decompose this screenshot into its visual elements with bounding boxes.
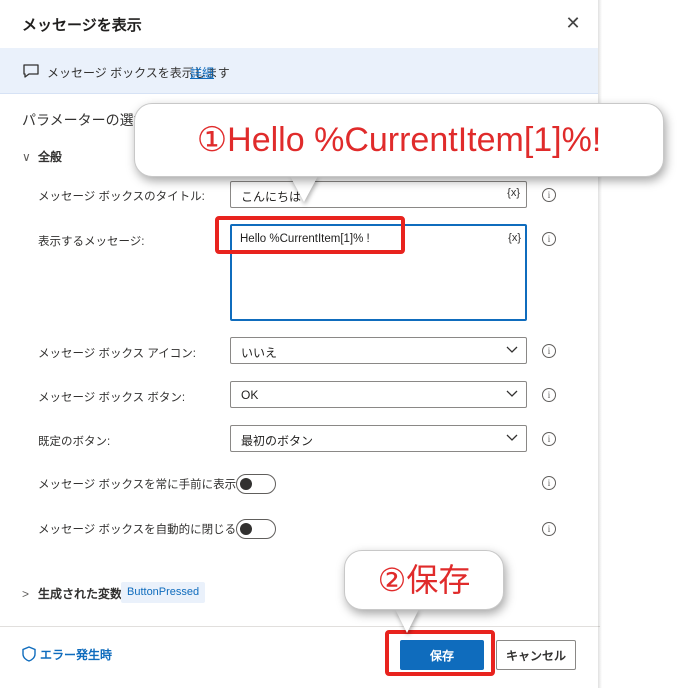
generated-variables-toggle[interactable]: > 生成された変数 xyxy=(22,585,122,602)
default-button-label: 既定のボタン: xyxy=(38,436,111,448)
generated-variables-label: 生成された変数 xyxy=(38,587,123,601)
callout-tail xyxy=(395,609,419,633)
info-icon[interactable]: i xyxy=(542,432,556,446)
on-error-label: エラー発生時 xyxy=(40,648,113,662)
chevron-down-icon: ∨ xyxy=(22,150,31,164)
auto-close-toggle[interactable] xyxy=(236,519,276,539)
buttons-label: メッセージ ボックス ボタン: xyxy=(38,392,186,404)
info-icon[interactable]: i xyxy=(542,476,556,490)
info-icon[interactable]: i xyxy=(542,522,556,536)
icon-value: いいえ xyxy=(241,346,278,360)
callout-tail xyxy=(290,176,318,202)
info-icon[interactable]: i xyxy=(542,344,556,358)
parameters-heading: パラメーターの選択 xyxy=(22,112,148,128)
icon-label: メッセージ ボックス アイコン: xyxy=(38,348,196,360)
cancel-button[interactable]: キャンセル xyxy=(496,640,576,670)
default-button-select[interactable]: 最初のボタン xyxy=(230,425,527,452)
info-banner: メッセージ ボックスを表示します 詳細 xyxy=(0,48,598,94)
info-icon[interactable]: i xyxy=(542,188,556,202)
info-icon[interactable]: i xyxy=(542,388,556,402)
always-on-top-toggle[interactable] xyxy=(236,474,276,494)
always-on-top-label: メッセージ ボックスを常に手前に表示する: xyxy=(38,479,263,491)
title-label: メッセージ ボックスのタイトル: xyxy=(38,191,205,203)
chevron-down-icon xyxy=(506,346,518,353)
chevron-down-icon xyxy=(506,434,518,441)
message-highlight-box xyxy=(215,216,405,254)
auto-close-label: メッセージ ボックスを自動的に閉じる: xyxy=(38,524,240,536)
chevron-right-icon: > xyxy=(22,587,30,601)
toggle-knob xyxy=(240,523,252,535)
message-label: 表示するメッセージ: xyxy=(38,236,145,248)
default-button-value: 最初のボタン xyxy=(241,434,314,448)
buttons-select[interactable]: OK xyxy=(230,381,527,408)
title-field[interactable]: こんにちは {x} xyxy=(230,181,527,208)
annotation-callout-message: ①Hello %CurrentItem[1]%! xyxy=(134,103,664,177)
variable-picker-button[interactable]: {x} xyxy=(508,232,521,244)
dialog-title: メッセージを表示 xyxy=(22,17,142,34)
annotation-callout-save: ②保存 xyxy=(344,550,504,610)
details-link[interactable]: 詳細 xyxy=(190,64,214,81)
footer-divider xyxy=(0,626,600,627)
dialog-titlebar: メッセージを表示 ✕ xyxy=(0,0,600,48)
variable-badge[interactable]: ButtonPressed xyxy=(121,582,206,603)
variable-picker-button[interactable]: {x} xyxy=(507,187,520,199)
message-icon xyxy=(23,64,39,78)
toggle-knob xyxy=(240,478,252,490)
buttons-value: OK xyxy=(241,388,259,402)
on-error-link[interactable]: エラー発生時 xyxy=(22,646,112,663)
general-section-toggle[interactable]: ∨ 全般 xyxy=(22,148,62,165)
icon-select[interactable]: いいえ xyxy=(230,337,527,364)
info-icon[interactable]: i xyxy=(542,232,556,246)
shield-icon xyxy=(22,646,36,662)
close-icon[interactable]: ✕ xyxy=(562,12,584,34)
save-highlight-box xyxy=(385,630,495,676)
general-section-label: 全般 xyxy=(38,150,63,164)
chevron-down-icon xyxy=(506,390,518,397)
